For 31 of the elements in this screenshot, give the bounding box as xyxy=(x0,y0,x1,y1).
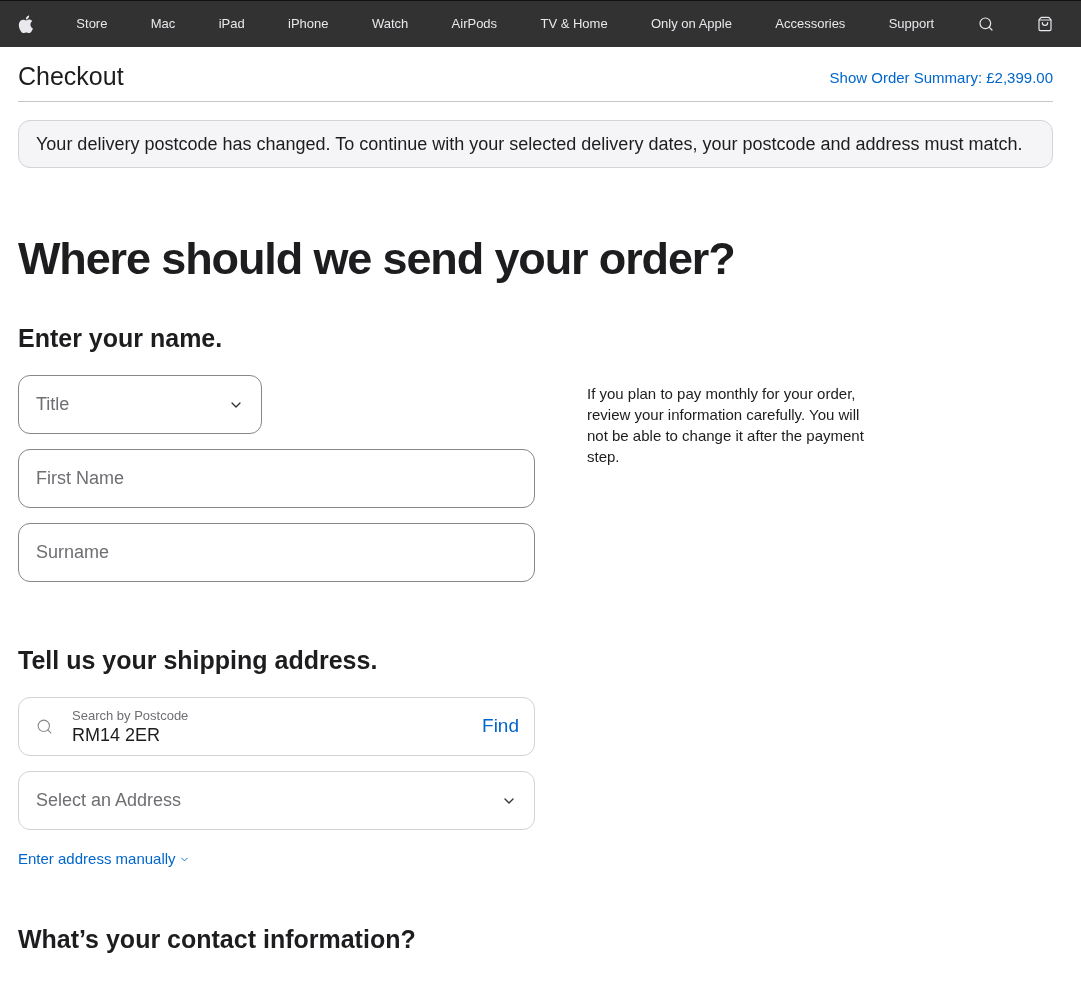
section-heading: What’s your contact information? xyxy=(18,927,417,952)
nav-link[interactable]: iPad xyxy=(218,14,245,34)
first-name-field[interactable]: First Name xyxy=(18,449,535,508)
manual-address-link[interactable]: Enter address manually xyxy=(18,848,190,871)
nav-link[interactable]: Mac xyxy=(150,14,176,34)
search-icon[interactable] xyxy=(977,16,994,32)
alert-message: Your delivery postcode has changed. To continue with your selected delivery dates, your postcode and address must match. xyxy=(18,120,1053,168)
nav-link[interactable]: iPhone xyxy=(288,14,329,34)
shopping-bag-icon[interactable] xyxy=(1036,16,1053,32)
section-heading: Enter your name. xyxy=(18,326,224,351)
nav-link[interactable]: Support xyxy=(888,14,935,34)
nav-link[interactable]: Only on Apple xyxy=(651,14,732,34)
address-select[interactable]: Select an Address xyxy=(18,771,535,830)
title-select[interactable]: Title xyxy=(18,375,262,434)
payment-note: If you plan to pay monthly for your order, review your information carefully. You will not be able to change it after the payment step. xyxy=(587,384,865,467)
nav-link[interactable]: AirPods xyxy=(451,14,498,34)
nav-link[interactable]: Store xyxy=(76,14,108,34)
order-summary-link[interactable]: Show Order Summary: £2,399.00 xyxy=(829,66,1053,89)
field-value: RM14 2ER xyxy=(72,723,162,746)
main-heading: Where should we send your order? xyxy=(18,236,736,281)
nav-link[interactable]: Watch xyxy=(371,14,409,34)
page-title: Checkout xyxy=(18,64,124,89)
section-heading: Tell us your shipping address. xyxy=(18,648,379,673)
nav-link[interactable]: Accessories xyxy=(775,14,846,34)
surname-field[interactable]: Surname xyxy=(18,523,535,582)
find-button[interactable]: Find xyxy=(482,712,519,741)
nav-link[interactable]: TV & Home xyxy=(540,14,608,34)
search-icon xyxy=(36,718,53,735)
apple-logo-icon[interactable] xyxy=(18,15,33,33)
postcode-field[interactable]: Search by Postcode RM14 2ER Find xyxy=(18,697,535,756)
field-label: Search by Postcode xyxy=(72,707,190,724)
